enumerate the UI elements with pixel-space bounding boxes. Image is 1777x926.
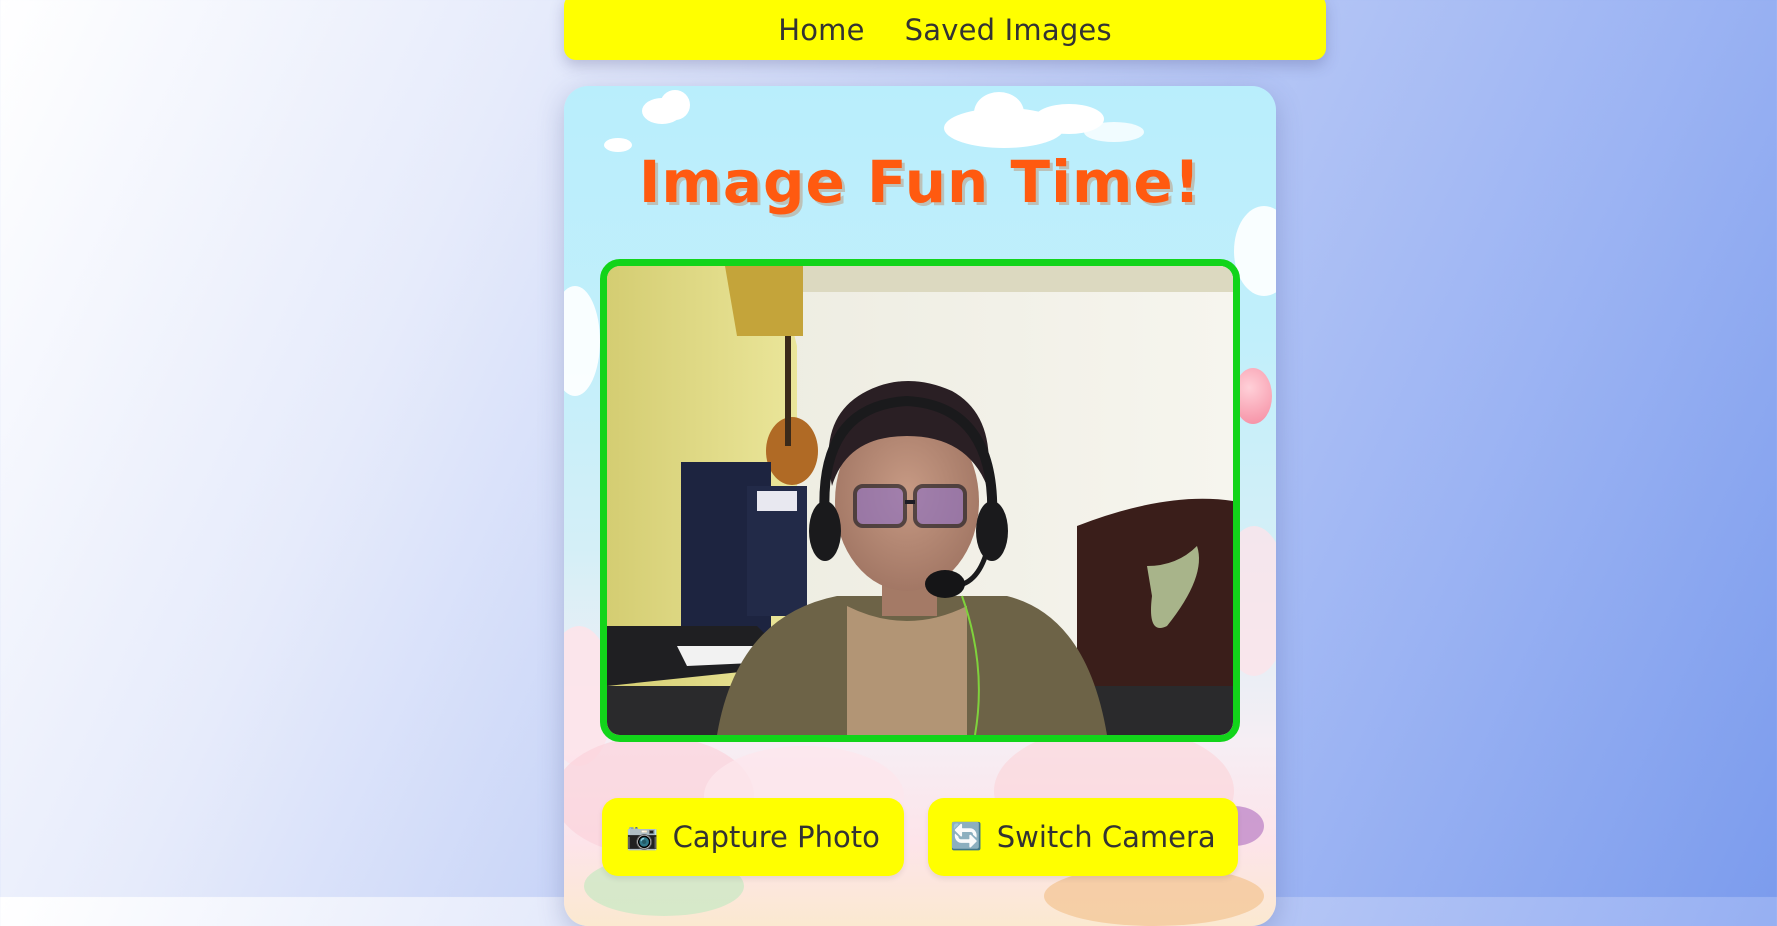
top-navbar: Home Saved Images [564,0,1326,60]
camera-feed-image [607,266,1233,735]
camera-card: Image Fun Time! 📷 Capture Photo 🔄 Switch… [564,86,1276,926]
page-title: Image Fun Time! [638,148,1202,216]
nav-home-link[interactable]: Home [778,13,864,47]
switch-camera-icon: 🔄 [950,822,983,852]
capture-photo-label: Capture Photo [672,820,880,854]
camera-preview [600,259,1240,742]
switch-camera-label: Switch Camera [996,820,1216,854]
switch-camera-button[interactable]: 🔄 Switch Camera [928,798,1238,876]
nav-saved-images-link[interactable]: Saved Images [905,13,1112,47]
capture-photo-button[interactable]: 📷 Capture Photo [602,798,904,876]
camera-icon: 📷 [626,822,659,852]
